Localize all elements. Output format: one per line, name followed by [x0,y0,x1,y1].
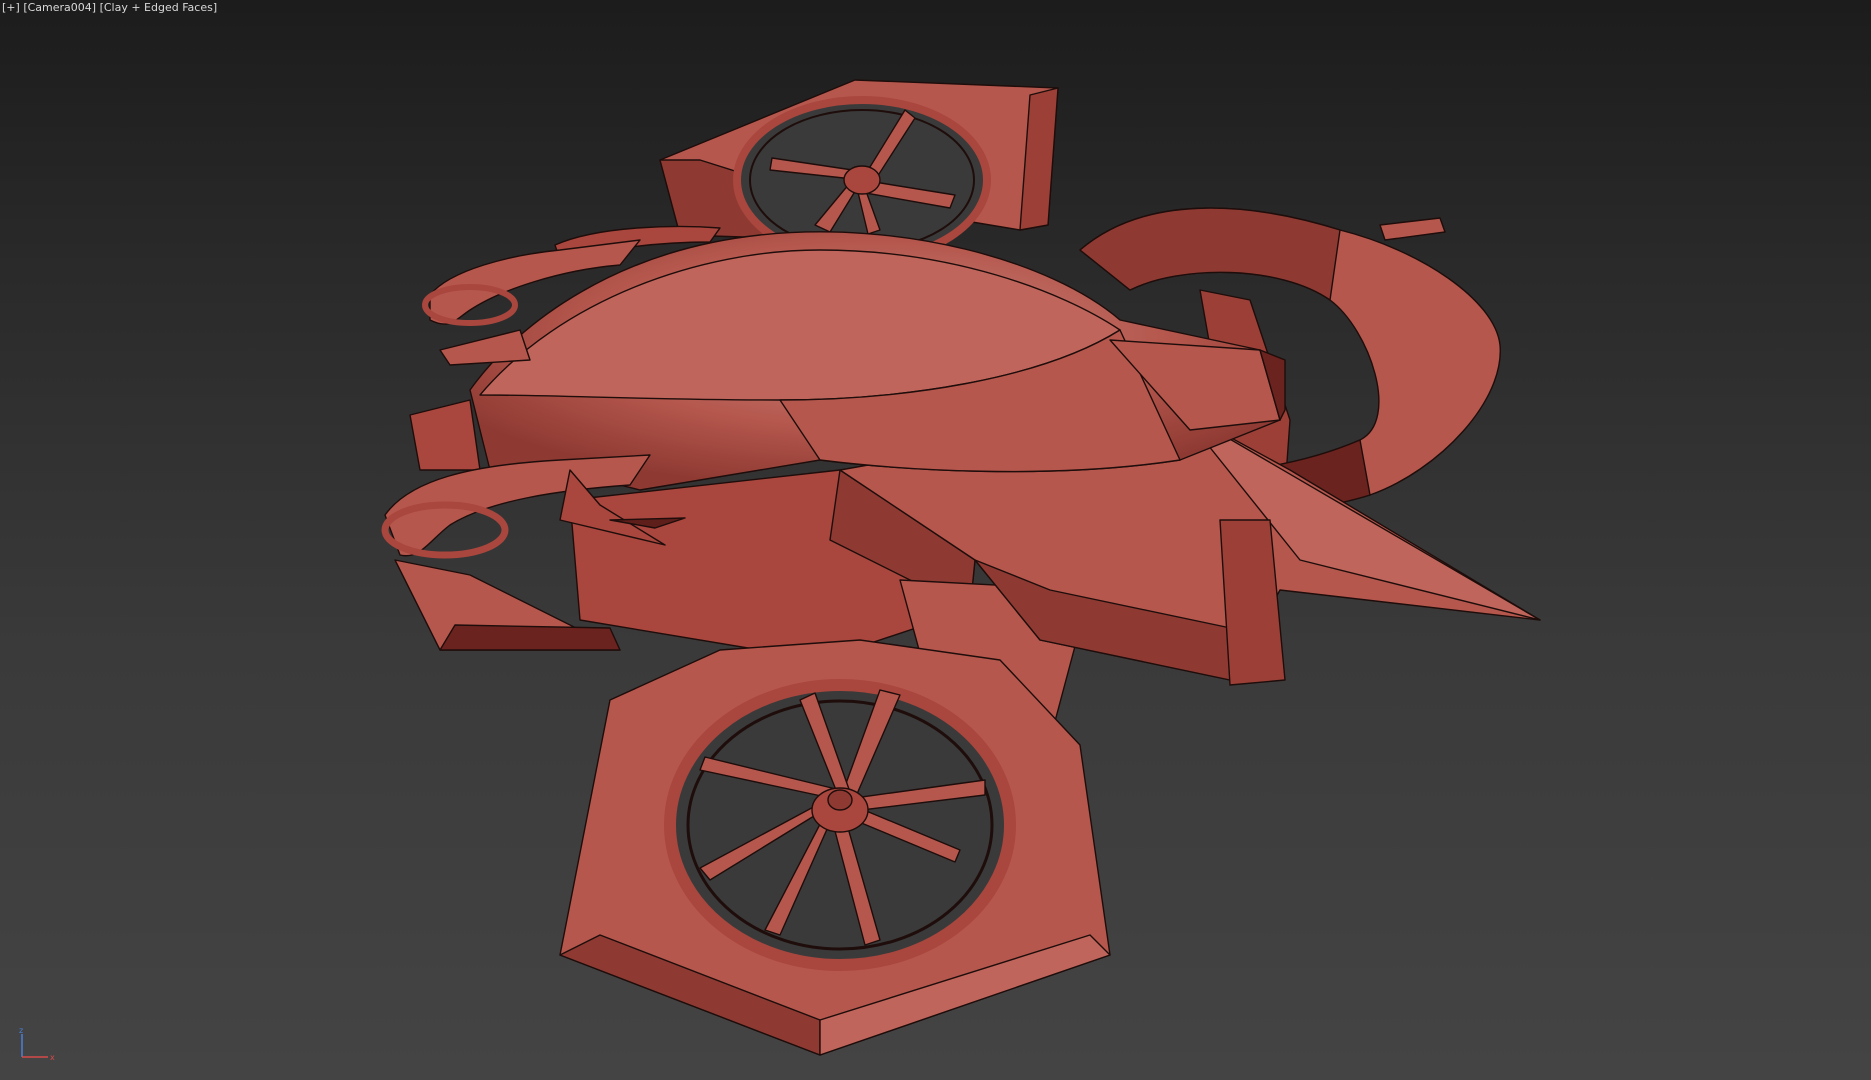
x-axis-label: x [50,1053,55,1062]
3d-viewport[interactable]: [+] [Camera004] [Clay + Edged Faces] z x [0,0,1871,1080]
z-axis-label: z [19,1026,23,1035]
bottom-fan-housing [559,639,1111,1056]
axis-gizmo: z x [19,1026,55,1062]
drone-model [381,79,1541,1056]
